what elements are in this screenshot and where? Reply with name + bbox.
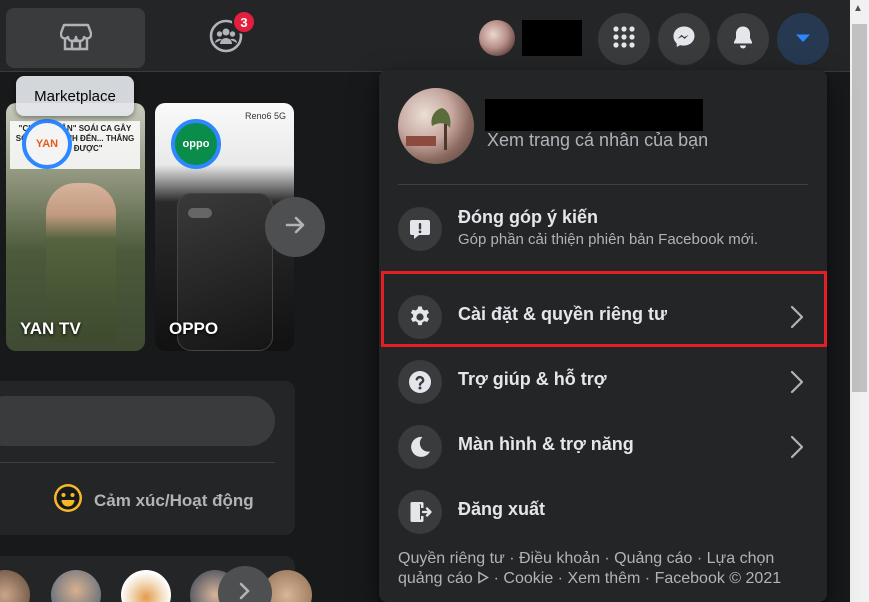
chevron-right-icon <box>239 582 251 602</box>
footer-links-line[interactable]: Quyền riêng tư · Điều khoản · Quảng cáo … <box>398 549 818 569</box>
composer-input[interactable] <box>0 396 275 446</box>
menu-button[interactable] <box>598 13 650 65</box>
caret-down-icon <box>795 30 811 48</box>
messenger-button[interactable] <box>658 13 710 65</box>
feeling-label: Cảm xúc/Hoạt động <box>94 490 254 510</box>
messenger-icon <box>672 25 696 54</box>
notifications-button[interactable] <box>717 13 769 65</box>
story-avatar: YAN <box>22 119 72 169</box>
story-card[interactable]: "CHIẾN NHÂN" SOÁI CA GÂY SỐT... CHỜ ANH … <box>6 103 145 351</box>
top-navigation-bar: 3 <box>0 0 850 72</box>
tab-marketplace[interactable] <box>6 8 145 68</box>
ad-choices-link[interactable]: quảng cáo <box>398 570 473 587</box>
feedback-icon <box>398 207 442 251</box>
help-icon <box>398 360 442 404</box>
grid-menu-icon <box>612 25 636 54</box>
moon-icon <box>398 425 442 469</box>
scroll-up-arrow-icon[interactable]: ▲ <box>853 3 863 14</box>
menu-item-label: Trợ giúp & hỗ trợ <box>458 369 607 389</box>
menu-item-sublabel: Góp phần cải thiện phiên bản Facebook mớ… <box>458 231 759 248</box>
chevron-right-icon <box>790 435 804 464</box>
ad-choices-icon <box>477 570 490 587</box>
menu-divider <box>398 184 808 185</box>
profile-avatar[interactable] <box>479 20 515 56</box>
menu-item-label: Màn hình & trợ năng <box>458 434 634 454</box>
footer-links-line: quảng cáo · Cookie · Xem thêm · Facebook… <box>398 569 818 589</box>
menu-item-display-accessibility[interactable]: Màn hình & trợ năng <box>398 417 808 473</box>
menu-item-label: Đăng xuất <box>458 499 546 519</box>
arrow-right-icon <box>284 214 306 241</box>
profile-name-redacted <box>485 99 703 131</box>
divider <box>0 462 275 463</box>
story-avatar: oppo <box>171 119 221 169</box>
logout-icon <box>398 490 442 534</box>
story-corner-text: Reno6 5G <box>244 111 286 121</box>
marketplace-icon <box>59 21 92 56</box>
account-menu-button[interactable] <box>777 13 829 65</box>
profile-avatar-large <box>398 88 474 164</box>
view-profile-text: Xem trang cá nhân của bạn <box>487 130 709 150</box>
menu-item-logout[interactable]: Đăng xuất <box>398 482 808 538</box>
menu-footer-links: Quyền riêng tư · Điều khoản · Quảng cáo … <box>398 549 818 589</box>
feeling-activity-button[interactable]: Cảm xúc/Hoạt động <box>52 482 254 519</box>
profile-link[interactable]: Xem trang cá nhân của bạn <box>398 88 808 168</box>
story-label: YAN TV <box>20 319 81 338</box>
profile-name-redacted[interactable] <box>522 20 582 56</box>
story-label: OPPO <box>169 319 219 338</box>
menu-item-feedback[interactable]: Đóng góp ý kiến Góp phần cải thiện phiên… <box>398 199 808 255</box>
notification-count-badge: 3 <box>232 10 256 34</box>
footer-links-rest[interactable]: · Cookie · Xem thêm · Facebook © 2021 <box>494 570 781 587</box>
bell-icon <box>732 25 754 54</box>
smiley-icon <box>52 482 84 519</box>
menu-item-label: Đóng góp ý kiến <box>458 207 599 227</box>
marketplace-tooltip: Marketplace <box>16 76 134 116</box>
chevron-right-icon <box>790 370 804 399</box>
menu-item-help-support[interactable]: Trợ giúp & hỗ trợ <box>398 352 808 408</box>
stories-next-button[interactable] <box>265 197 325 257</box>
highlight-box <box>381 271 827 347</box>
scrollbar-thumb[interactable] <box>852 24 867 392</box>
